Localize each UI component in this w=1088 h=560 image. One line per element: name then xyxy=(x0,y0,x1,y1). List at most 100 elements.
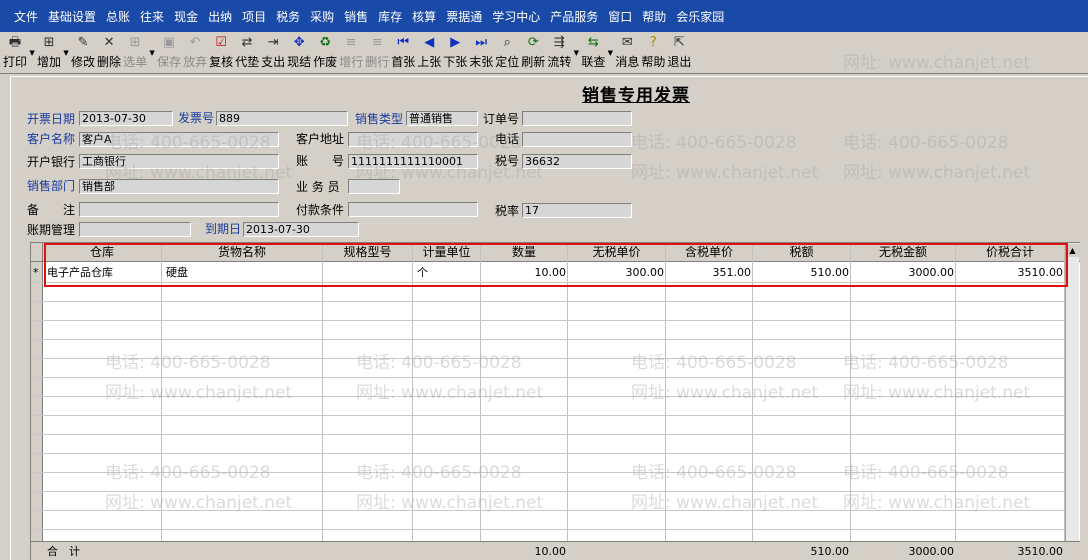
menu-item[interactable]: 产品服务 xyxy=(550,8,598,25)
menu-item[interactable]: 采购 xyxy=(310,8,334,25)
add-button[interactable]: ⊞ 增加 xyxy=(36,34,62,72)
payment-terms-field[interactable] xyxy=(348,202,478,217)
pay-icon: ⇥ xyxy=(267,35,279,50)
menu-bar: 文件 基础设置 总账 往来 现金 出纳 项目 税务 采购 销售 库存 核算 票据通 学习中心 产品服务 窗口帮… xyxy=(0,0,1088,32)
menu-item[interactable]: 会乐家园 xyxy=(676,8,724,25)
tax-no-field[interactable]: 36632 xyxy=(522,154,632,169)
prev-icon: ◀ xyxy=(424,35,435,50)
salesman-label: 业 务 员 xyxy=(296,180,340,194)
menu-item[interactable]: 库存 xyxy=(378,8,402,25)
due-date-field[interactable]: 2013-07-30 xyxy=(243,222,359,237)
cell-tax[interactable]: 510.00 xyxy=(753,263,851,282)
cell-amount[interactable]: 3000.00 xyxy=(851,263,956,282)
remark-field[interactable] xyxy=(79,202,279,217)
payment-terms-label: 付款条件 xyxy=(296,203,345,217)
menu-item[interactable]: 出纳 xyxy=(208,8,232,25)
settle-button[interactable]: ✥ 现结 xyxy=(286,34,312,72)
refresh-button[interactable]: ⟳ 刷新 xyxy=(520,34,546,72)
prev-button[interactable]: ◀ 上张 xyxy=(416,34,442,72)
scroll-up-icon[interactable]: ▲ xyxy=(1066,244,1079,257)
delete-row-button[interactable]: ≡ 删行 xyxy=(364,34,390,72)
message-button[interactable]: ✉ 消息 xyxy=(614,34,640,72)
menu-item[interactable]: 窗口 xyxy=(608,8,632,25)
edit-button[interactable]: ✎ 修改 xyxy=(70,34,96,72)
link-dropdown[interactable]: ▼ xyxy=(606,34,614,72)
edit-icon: ✎ xyxy=(77,35,89,50)
account-label: 账 号 xyxy=(296,154,345,168)
phone-field[interactable] xyxy=(522,132,632,147)
link-button[interactable]: ⇆ 联查 xyxy=(580,34,606,72)
save-button[interactable]: ▣ 保存 xyxy=(156,34,182,72)
cell-qty[interactable]: 10.00 xyxy=(481,263,568,282)
grid-row-line xyxy=(31,491,1065,492)
add-dropdown[interactable]: ▼ xyxy=(62,34,70,72)
menu-item[interactable]: 票据通 xyxy=(446,8,482,25)
review-button[interactable]: ☑ 复核 xyxy=(208,34,234,72)
cell-item[interactable]: 硬盘 xyxy=(166,263,316,282)
order-no-field[interactable] xyxy=(522,111,632,126)
menu-item[interactable]: 学习中心 xyxy=(492,8,540,25)
menu-item[interactable]: 基础设置 xyxy=(48,8,96,25)
next-button[interactable]: ▶ 下张 xyxy=(442,34,468,72)
help-icon: ? xyxy=(649,35,657,50)
totals-row: 合 计 10.00 510.00 3000.00 3510.00 xyxy=(31,541,1080,560)
cell-warehouse[interactable]: 电子产品仓库 xyxy=(47,263,162,282)
menu-item[interactable]: 往来 xyxy=(140,8,164,25)
invoice-date-field[interactable]: 2013-07-30 xyxy=(79,111,173,126)
menu-item[interactable]: 现金 xyxy=(174,8,198,25)
pay-button[interactable]: ⇥ 支出 xyxy=(260,34,286,72)
menu-item[interactable]: 文件 xyxy=(14,8,38,25)
message-icon: ✉ xyxy=(621,35,633,50)
menu-item[interactable]: 核算 xyxy=(412,8,436,25)
void-button[interactable]: ♻ 作废 xyxy=(312,34,338,72)
department-field[interactable]: 销售部 xyxy=(79,179,279,194)
customer-label: 客户名称 xyxy=(27,132,76,146)
menu-item[interactable]: 帮助 xyxy=(642,8,666,25)
exit-button[interactable]: ⇱ 退出 xyxy=(666,34,692,72)
menu-item[interactable]: 总账 xyxy=(106,8,130,25)
proxy-button[interactable]: ⇄ 代垫 xyxy=(234,34,260,72)
flow-button[interactable]: ⇶ 流转 xyxy=(546,34,572,72)
row-selector-column xyxy=(31,243,43,543)
cell-tax-price[interactable]: 351.00 xyxy=(666,263,753,282)
add-row-button[interactable]: ≡ 增行 xyxy=(338,34,364,72)
account-field[interactable]: 1111111111110001 xyxy=(348,154,478,169)
help-button[interactable]: ? 帮助 xyxy=(640,34,666,72)
undo-icon: ↶ xyxy=(189,35,201,50)
menu-item[interactable]: 税务 xyxy=(276,8,300,25)
select-button[interactable]: ⊞ 选单 xyxy=(122,34,148,72)
first-button[interactable]: ⏮ 首张 xyxy=(390,34,416,72)
menu-item[interactable]: 项目 xyxy=(242,8,266,25)
last-button[interactable]: ⏭ 末张 xyxy=(468,34,494,72)
cell-unit-price[interactable]: 300.00 xyxy=(568,263,666,282)
bank-field[interactable]: 工商银行 xyxy=(79,154,279,169)
delete-button[interactable]: ✕ 删除 xyxy=(96,34,122,72)
select-dropdown[interactable]: ▼ xyxy=(148,34,156,72)
cell-unit[interactable]: 个 xyxy=(417,263,477,282)
abandon-button[interactable]: ↶ 放弃 xyxy=(182,34,208,72)
grid-row-line xyxy=(31,529,1065,530)
invoice-no-field[interactable]: 889 xyxy=(216,111,348,126)
print-button[interactable]: 🖶 打印 xyxy=(2,34,28,72)
add-row-icon: ≡ xyxy=(345,35,357,50)
phone-label: 电话 xyxy=(495,132,520,146)
flow-dropdown[interactable]: ▼ xyxy=(572,34,580,72)
review-icon: ☑ xyxy=(215,35,227,50)
menu-item[interactable]: 销售 xyxy=(344,8,368,25)
vertical-scrollbar[interactable]: ▲ xyxy=(1065,243,1079,543)
tax-rate-field[interactable]: 17 xyxy=(522,203,632,218)
aging-field[interactable] xyxy=(79,222,191,237)
cell-total[interactable]: 3510.00 xyxy=(956,263,1065,282)
customer-field[interactable]: 客户A xyxy=(79,132,279,147)
locate-button[interactable]: ⌕ 定位 xyxy=(494,34,520,72)
customer-address-field[interactable] xyxy=(348,132,478,147)
cell-spec[interactable] xyxy=(327,263,407,282)
grid-row-line xyxy=(31,510,1065,511)
save-icon: ▣ xyxy=(162,35,176,50)
remark-label: 备 注 xyxy=(27,203,76,217)
totals-label: 合 计 xyxy=(47,545,80,558)
totals-total: 3510.00 xyxy=(1017,545,1064,558)
sales-type-field[interactable]: 普通销售 xyxy=(406,111,478,126)
salesman-field[interactable] xyxy=(348,179,400,194)
print-dropdown[interactable]: ▼ xyxy=(28,34,36,72)
